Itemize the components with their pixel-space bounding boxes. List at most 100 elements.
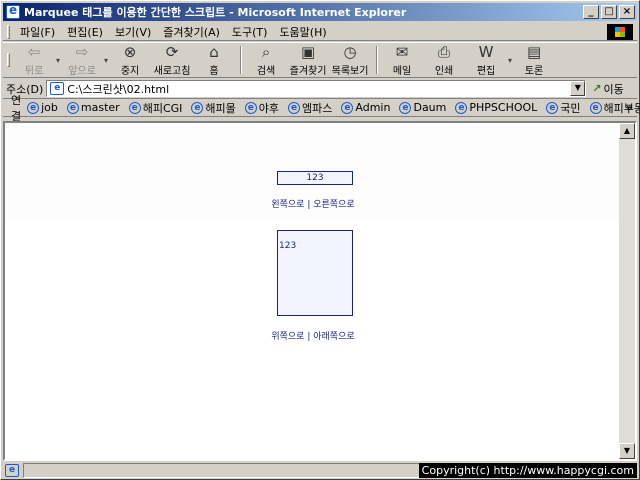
link-kookmin[interactable]: e 국민 xyxy=(546,100,581,116)
history-button[interactable]: ◷ 목록보기 xyxy=(330,43,370,77)
page-status-icon: e xyxy=(5,464,19,477)
refresh-label: 새로고침 xyxy=(153,66,191,77)
ie-icon xyxy=(6,3,20,19)
close-button[interactable]: × xyxy=(619,5,635,19)
mail-button[interactable]: ✉ 메일 xyxy=(382,43,422,77)
page-body: 123 왼쪽으로 | 오른쪽으로 123 위쪽으로 | 아래쪽으로 xyxy=(5,123,621,459)
go-button[interactable]: ↗ 이동 xyxy=(592,81,623,97)
links-label: 연결 xyxy=(11,93,22,123)
scroll-up-arrow-icon[interactable]: ▲ xyxy=(619,123,635,139)
page-icon: e xyxy=(50,82,65,95)
menu-tools[interactable]: 도구(T) xyxy=(226,24,274,40)
menu-favorites[interactable]: 즐겨찾기(A) xyxy=(157,24,226,40)
back-label: 뒤로 xyxy=(24,66,44,77)
menu-edit[interactable]: 편집(E) xyxy=(61,24,109,40)
ie-link-icon: e xyxy=(66,101,79,114)
scroll-left-link[interactable]: 왼쪽으로 xyxy=(271,200,304,210)
address-value[interactable]: C:\스크린샷\02.html xyxy=(67,81,169,97)
vertical-scrollbar[interactable]: ▲ ▼ xyxy=(619,123,635,459)
ie-link-icon: e xyxy=(244,101,257,114)
window-controls: _ □ × xyxy=(581,5,635,19)
link-job[interactable]: e job xyxy=(27,101,58,114)
link-admin[interactable]: e Admin xyxy=(341,101,390,114)
links-more-button[interactable]: » xyxy=(626,101,633,114)
ie-link-icon: e xyxy=(341,101,354,114)
link-master[interactable]: e master xyxy=(66,101,120,114)
links-bar: 연결 e job e master e 해피CGI e 해피몰 e 야후 e 엠파스 e Ad… xyxy=(3,94,640,123)
control-separator: | xyxy=(304,200,314,210)
link-label: Daum xyxy=(413,101,447,114)
title-bar[interactable]: Marquee 태그를 이용한 간단한 스크립트 - Microsoft Int… xyxy=(3,3,637,21)
link-label: 해피부동산 xyxy=(603,101,640,115)
link-empas[interactable]: e 엠파스 xyxy=(288,100,332,116)
link-label: PHPSCHOOL xyxy=(469,101,538,114)
standard-toolbar: ⇦ 뒤로 ▾ ⇨ 앞으로 ▾ ⊗ 중지 ⟳ 새로고침 ⌂ 홈 ⌕ 검색 ▣ 즐겨… xyxy=(3,42,637,78)
forward-label: 앞으로 xyxy=(68,66,96,77)
mail-icon: ✉ xyxy=(395,43,409,61)
favorites-button[interactable]: ▣ 즐겨찾기 xyxy=(288,43,328,77)
ie-link-icon: e xyxy=(288,101,301,114)
discuss-label: 토론 xyxy=(524,66,544,77)
link-label: 국민 xyxy=(560,101,581,115)
menu-file[interactable]: 파일(F) xyxy=(14,24,61,40)
menu-bar: 파일(F) 편집(E) 보기(V) 즐겨찾기(A) 도구(T) 도움말(H) xyxy=(3,23,637,41)
link-phpschool[interactable]: e PHPSCHOOL xyxy=(455,101,537,114)
link-happycgi[interactable]: e 해피CGI xyxy=(128,100,183,116)
copyright-text: Copyright(c) http://www.happycgi.com xyxy=(418,463,637,478)
minimize-button[interactable]: _ xyxy=(583,5,599,19)
scroll-down-arrow-icon[interactable]: ▼ xyxy=(619,443,635,459)
history-icon: ◷ xyxy=(343,43,357,61)
address-bar: 주소(D) e C:\스크린샷\02.html ▼ ↗ 이동 xyxy=(3,79,637,99)
link-happymall[interactable]: e 해피몰 xyxy=(191,100,236,116)
edit-button[interactable]: W 편집 xyxy=(466,43,506,77)
edit-label: 편집 xyxy=(476,66,496,77)
back-arrow-icon: ⇦ xyxy=(27,43,41,61)
address-dropdown-icon[interactable]: ▼ xyxy=(570,81,586,96)
horizontal-controls: 왼쪽으로 | 오른쪽으로 xyxy=(5,197,621,210)
home-label: 홈 xyxy=(209,66,219,77)
discuss-icon: ▤ xyxy=(526,43,542,61)
toolbar-separator xyxy=(240,46,243,74)
ie-link-icon: e xyxy=(191,101,204,114)
link-label: 야후 xyxy=(258,101,280,115)
discuss-button[interactable]: ▤ 토론 xyxy=(514,43,554,77)
back-dropdown-icon[interactable]: ▾ xyxy=(56,56,60,65)
link-label: 해피CGI xyxy=(142,101,183,115)
forward-dropdown-icon[interactable]: ▾ xyxy=(104,56,108,65)
ie-link-icon: e xyxy=(546,101,559,114)
menubar-grip[interactable] xyxy=(7,24,10,39)
link-daum[interactable]: e Daum xyxy=(399,101,446,114)
forward-button[interactable]: ⇨ 앞으로 xyxy=(62,43,102,77)
scroll-right-link[interactable]: 오른쪽으로 xyxy=(313,200,354,210)
scroll-down-link[interactable]: 아래쪽으로 xyxy=(313,332,354,342)
go-arrow-icon: ↗ xyxy=(592,82,602,95)
menu-view[interactable]: 보기(V) xyxy=(109,24,157,40)
favorites-folder-icon: ▣ xyxy=(300,43,316,61)
print-button[interactable]: ⎙ 인쇄 xyxy=(424,43,464,77)
link-yahoo[interactable]: e 야후 xyxy=(244,100,280,116)
edit-icon: W xyxy=(478,43,494,61)
home-button[interactable]: ⌂ 홈 xyxy=(194,43,234,77)
windows-logo-icon xyxy=(607,24,633,40)
ie-link-icon: e xyxy=(399,101,412,114)
maximize-button[interactable]: □ xyxy=(601,5,617,19)
stop-button[interactable]: ⊗ 중지 xyxy=(110,43,150,77)
menu-help[interactable]: 도움말(H) xyxy=(273,24,332,40)
refresh-button[interactable]: ⟳ 새로고침 xyxy=(152,43,192,77)
address-input[interactable]: e C:\스크린샷\02.html ▼ xyxy=(46,80,587,97)
toolbar-grip[interactable] xyxy=(7,53,10,67)
page-content: 123 왼쪽으로 | 오른쪽으로 123 위쪽으로 | 아래쪽으로 ▲ ▼ xyxy=(3,121,637,461)
status-bar: e Copyright(c) http://www.happycgi.com xyxy=(3,462,637,479)
link-label: 엠파스 xyxy=(302,101,333,115)
print-label: 인쇄 xyxy=(434,66,454,77)
forward-arrow-icon: ⇨ xyxy=(75,43,89,61)
link-label: Admin xyxy=(355,101,391,114)
toolbar-separator xyxy=(376,46,379,74)
scroll-up-link[interactable]: 위쪽으로 xyxy=(271,332,304,342)
back-button[interactable]: ⇦ 뒤로 xyxy=(14,43,54,77)
link-label: master xyxy=(80,101,120,114)
vertical-controls: 위쪽으로 | 아래쪽으로 xyxy=(5,329,621,342)
edit-dropdown-icon[interactable]: ▾ xyxy=(508,56,512,65)
search-button[interactable]: ⌕ 검색 xyxy=(246,43,286,77)
mail-label: 메일 xyxy=(392,66,412,77)
